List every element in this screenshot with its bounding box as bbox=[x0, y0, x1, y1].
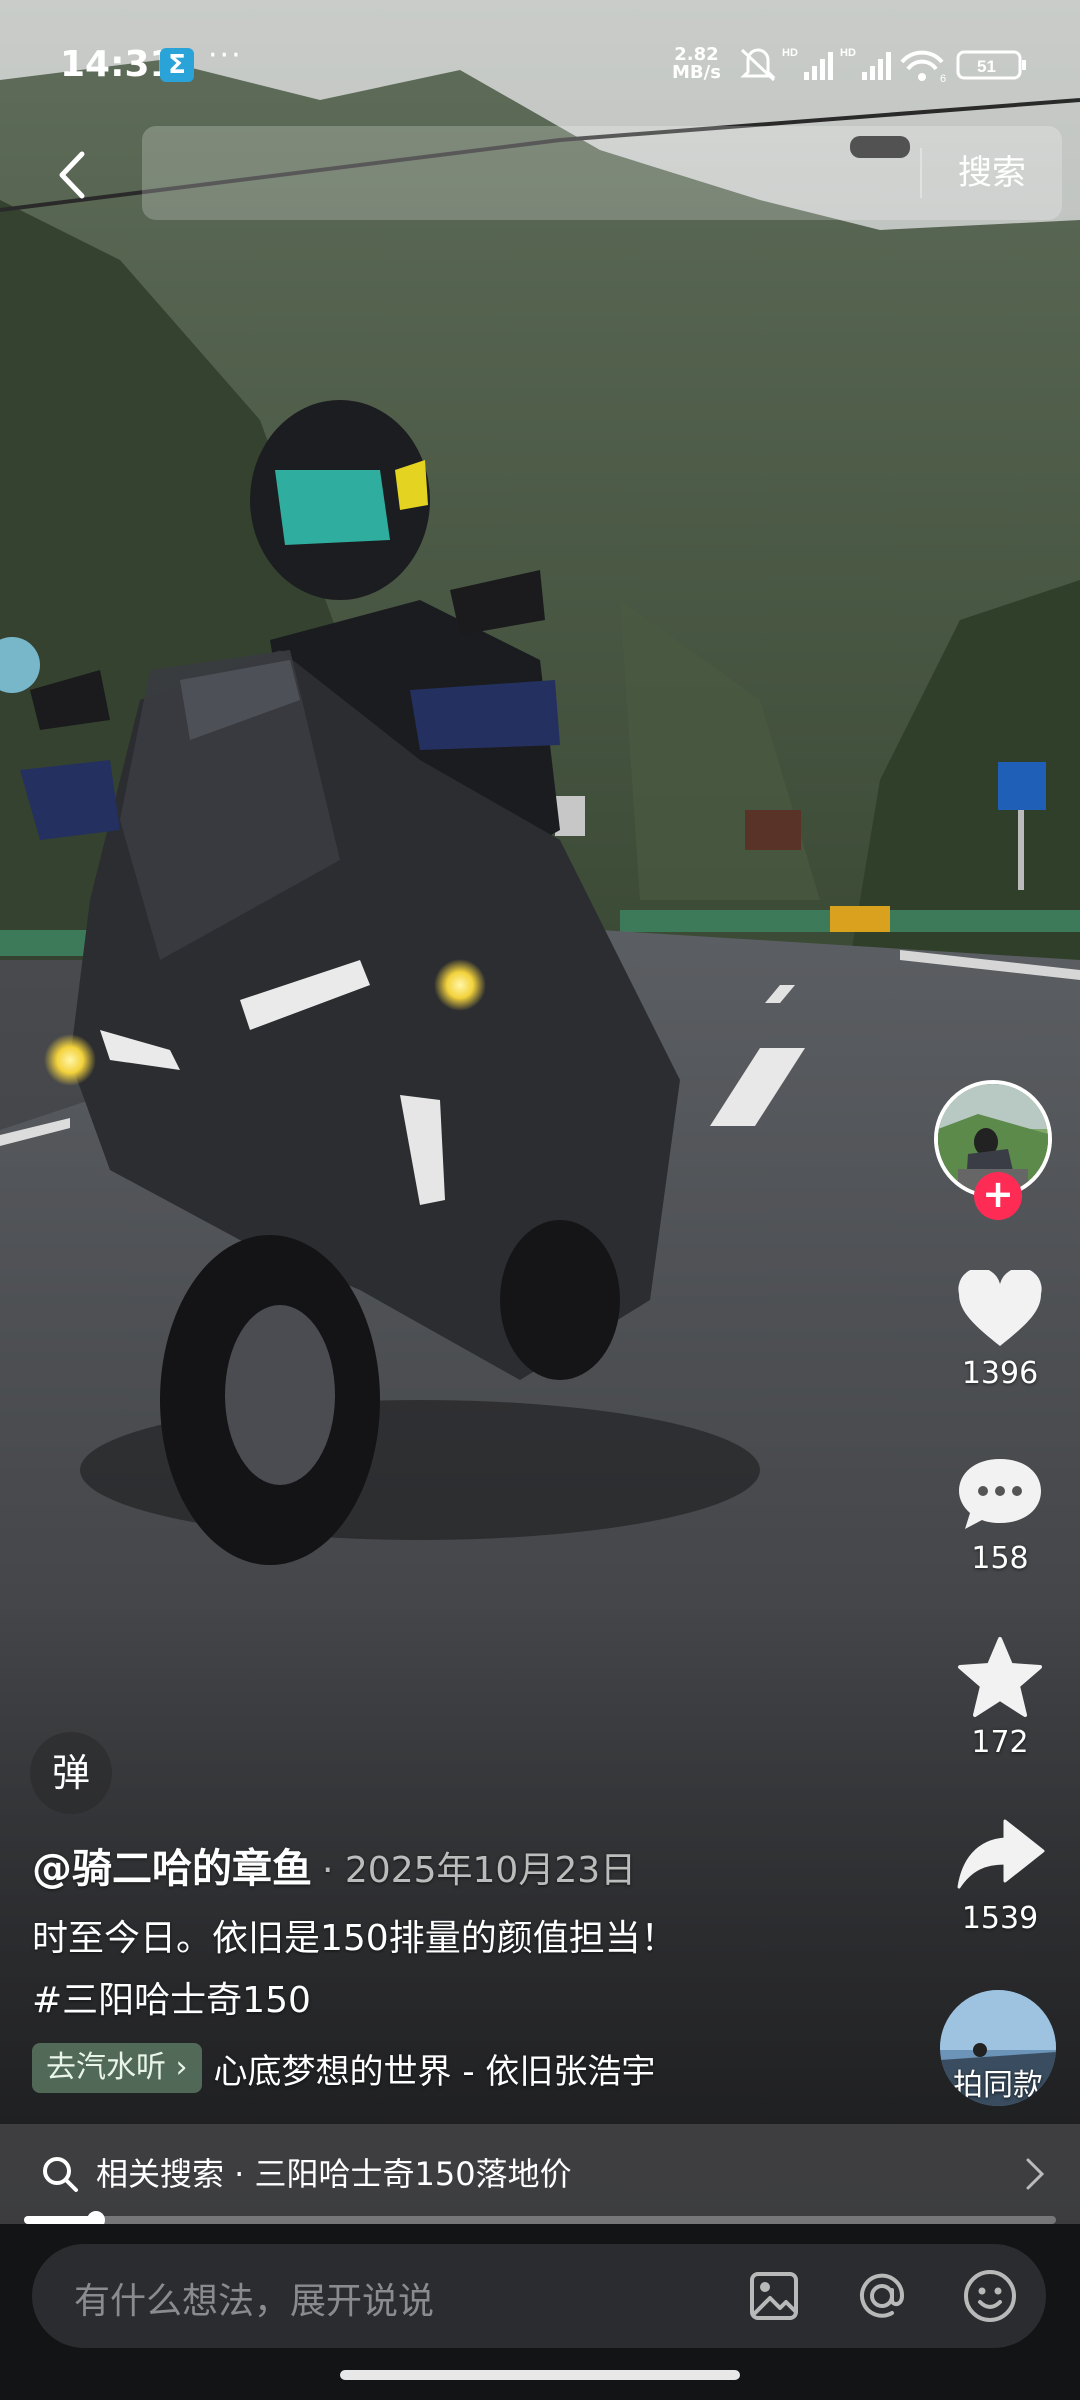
mention-at-icon[interactable] bbox=[852, 2266, 912, 2326]
network-speed-unit: MB/s bbox=[672, 62, 721, 83]
related-search-text: 相关搜索 · 三阳哈士奇150落地价 bbox=[96, 2155, 572, 2193]
post-date: · 2025年10月23日 bbox=[322, 1850, 637, 1891]
like-button[interactable]: 1396 bbox=[930, 1270, 1070, 1391]
favorite-button[interactable]: 172 bbox=[930, 1635, 1070, 1760]
danmaku-toggle-button[interactable]: 弹 bbox=[30, 1732, 112, 1814]
star-icon bbox=[958, 1637, 1042, 1717]
status-time: 14:31 bbox=[60, 44, 175, 85]
chevron-right-icon bbox=[1026, 2158, 1045, 2190]
svg-text:HD: HD bbox=[782, 47, 798, 59]
video-progress-bar[interactable] bbox=[24, 2211, 1056, 2229]
comment-input[interactable]: 有什么想法，展开说说 bbox=[32, 2244, 1046, 2348]
share-arrow-icon bbox=[957, 1819, 1045, 1889]
share-count: 1539 bbox=[961, 1901, 1039, 1936]
signal-1-icon: HD bbox=[782, 47, 833, 80]
svg-text:6: 6 bbox=[940, 73, 946, 84]
listen-on-qishui-tag[interactable]: 去汽水听 › bbox=[32, 2043, 202, 2093]
progress-fill bbox=[24, 2216, 97, 2224]
favorite-count: 172 bbox=[971, 1725, 1029, 1760]
same-style-label: 拍同款 bbox=[953, 2068, 1043, 2103]
music-row[interactable]: 去汽水听 › 心底梦想的世界 - 依旧张浩宇 bbox=[32, 2043, 655, 2093]
svg-text:51: 51 bbox=[977, 57, 996, 76]
post-caption: 时至今日。依旧是150排量的颜值担当！ #三阳哈士奇150 bbox=[32, 1908, 677, 2032]
comment-icon bbox=[959, 1459, 1041, 1529]
top-bar: 搜索 bbox=[0, 120, 1080, 230]
image-picker-icon[interactable] bbox=[744, 2266, 804, 2326]
back-button[interactable] bbox=[40, 140, 110, 210]
battery-icon: 51 bbox=[956, 50, 1026, 80]
search-input[interactable]: 搜索 bbox=[142, 126, 1062, 220]
author-name[interactable]: @骑二哈的章鱼 bbox=[32, 1846, 312, 1892]
search-icon bbox=[43, 2157, 78, 2192]
wifi-icon: 6 bbox=[900, 50, 946, 84]
network-speed: 2.82 MB/s bbox=[672, 46, 721, 82]
heart-icon bbox=[958, 1270, 1042, 1346]
home-indicator[interactable] bbox=[340, 2370, 740, 2380]
like-count: 1396 bbox=[961, 1356, 1039, 1391]
status-icons: HD HD 6 51 bbox=[740, 47, 1026, 84]
caption-text: 时至今日。依旧是150排量的颜值担当！ bbox=[32, 1918, 677, 1959]
share-button[interactable]: 1539 bbox=[930, 1815, 1070, 1936]
status-bar: 14:31 Σ ··· 2.82 MB/s HD HD 6 51 bbox=[0, 0, 1080, 130]
author-line: @骑二哈的章鱼 · 2025年10月23日 bbox=[32, 1836, 636, 1894]
app-notification-icon: Σ bbox=[160, 48, 194, 82]
caption-hashtag[interactable]: #三阳哈士奇150 bbox=[32, 1970, 677, 2032]
video-screen: 14:31 Σ ··· 2.82 MB/s HD HD 6 51 搜索 + 13… bbox=[0, 0, 1080, 2400]
comment-placeholder: 有什么想法，展开说说 bbox=[74, 2281, 435, 2322]
svg-text:HD: HD bbox=[840, 47, 856, 59]
signal-2-icon: HD bbox=[840, 47, 891, 80]
mute-bell-icon bbox=[740, 48, 776, 82]
follow-button[interactable]: + bbox=[974, 1172, 1022, 1220]
search-button[interactable]: 搜索 bbox=[922, 126, 1062, 220]
comment-button[interactable]: 158 bbox=[930, 1455, 1070, 1576]
emoji-icon[interactable] bbox=[960, 2266, 1020, 2326]
comment-count: 158 bbox=[971, 1541, 1029, 1576]
music-title[interactable]: 心底梦想的世界 - 依旧张浩宇 bbox=[214, 2044, 656, 2093]
related-search-bar[interactable]: 相关搜索 · 三阳哈士奇150落地价 bbox=[0, 2124, 1080, 2224]
same-style-button[interactable]: 拍同款 bbox=[940, 1990, 1056, 2106]
more-notifications-icon: ··· bbox=[208, 38, 243, 73]
